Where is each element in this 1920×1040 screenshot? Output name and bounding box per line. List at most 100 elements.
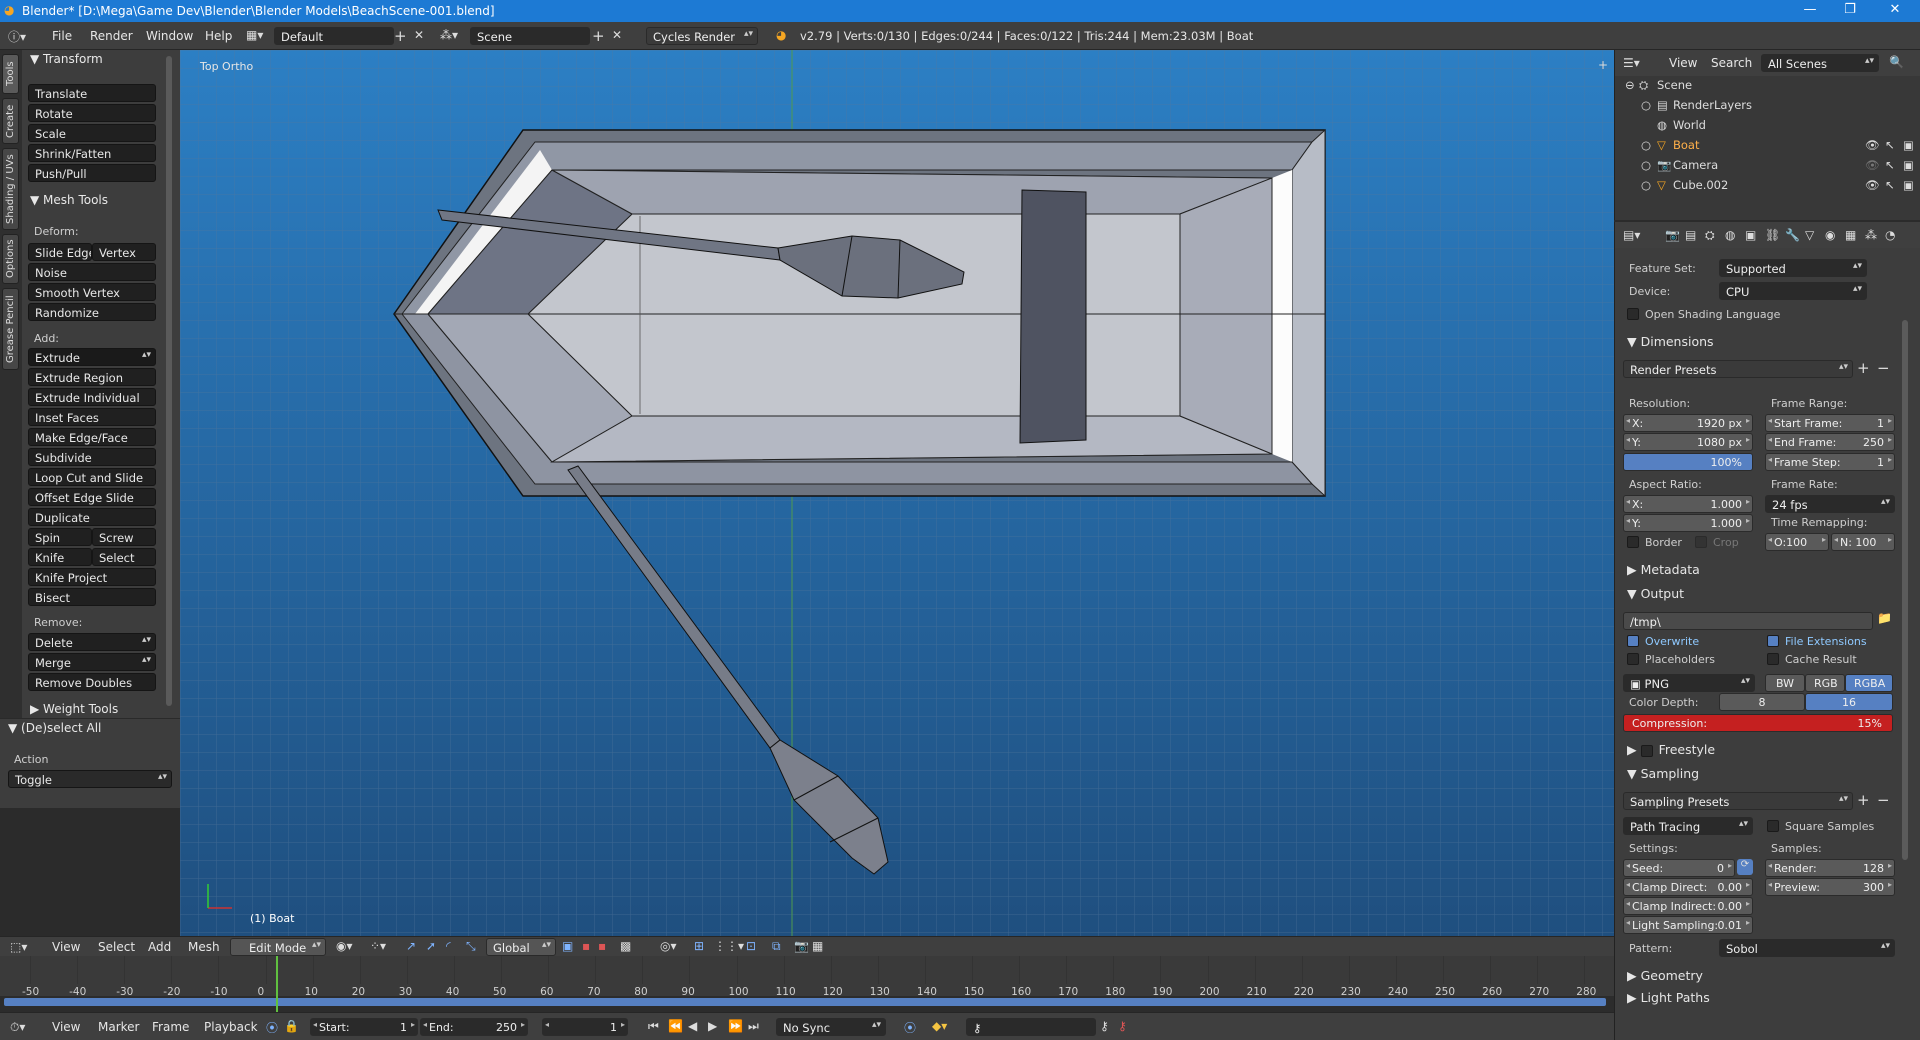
file-format-dropdown[interactable]: ▣ PNG ▴▾ <box>1623 674 1755 692</box>
visibility-eye-icon[interactable]: 👁 <box>1865 158 1880 172</box>
lock-range-icon[interactable]: 🔒 <box>284 1019 299 1033</box>
add-preset-icon[interactable]: + <box>1857 791 1870 809</box>
layer-icon[interactable]: ▣ <box>562 939 573 953</box>
sampling-panel-header[interactable]: ▼ Sampling <box>1617 762 1903 784</box>
rotate-button[interactable]: Rotate <box>28 104 156 122</box>
remove-preset-icon[interactable]: − <box>1877 791 1890 809</box>
data-tab-icon[interactable]: ▽ <box>1805 228 1814 242</box>
scene-selector[interactable]: Scene <box>470 27 590 45</box>
renderable-camera-icon[interactable]: ▣ <box>1903 158 1914 172</box>
selectable-cursor-icon[interactable]: ↖ <box>1885 158 1895 172</box>
render-presets-dropdown[interactable]: Render Presets ▴▾ <box>1623 360 1853 378</box>
offset-edge-slide-button[interactable]: Offset Edge Slide <box>28 488 156 506</box>
outliner-item-scene[interactable]: ⊖ ⛭ Scene <box>1615 78 1920 98</box>
spin-button[interactable]: Spin <box>28 528 92 546</box>
menu-help[interactable]: Help <box>205 29 232 43</box>
sync-dropdown[interactable]: No Sync ▴▾ <box>776 1018 886 1036</box>
texture-tab-icon[interactable]: ▦ <box>1845 228 1856 242</box>
animated-seed-icon[interactable]: ⟳ <box>1737 859 1753 875</box>
end-frame-field[interactable]: ◂ End Frame: 250 ▸ <box>1765 433 1895 451</box>
record-icon[interactable]: ⦿ <box>904 1019 916 1036</box>
search-icon[interactable]: 🔍 <box>1889 55 1904 69</box>
frame-step-field[interactable]: ◂ Frame Step: 1 ▸ <box>1765 453 1895 471</box>
3d-viewport[interactable]: Top Ortho (1) Boat + <box>180 50 1614 936</box>
vertex-select-icon[interactable]: ▪ <box>582 939 590 953</box>
outliner-item-cube002[interactable]: ○ ▽ Cube.002 👁 ↖ ▣ <box>1615 178 1920 198</box>
start-frame-field[interactable]: ◂ Start: 1 ▸ <box>310 1018 418 1036</box>
knife-button[interactable]: Knife <box>28 548 92 566</box>
outliner-item-renderlayers[interactable]: ○ ▤ RenderLayers <box>1615 98 1920 118</box>
color-bw-toggle[interactable]: BW <box>1765 674 1805 692</box>
timeline[interactable]: -50 -40 -30 -20 -10 0 10 20 30 40 50 60 70 80 90 100 110… <box>0 956 1614 1012</box>
resolution-x-field[interactable]: ◂ X: 1920 px ▸ <box>1623 414 1753 432</box>
resolution-percentage-slider[interactable]: 100% <box>1623 453 1753 471</box>
bisect-button[interactable]: Bisect <box>28 588 156 606</box>
outliner-item-world[interactable]: ◍ World <box>1615 118 1920 138</box>
tab-create[interactable]: Create <box>2 98 19 144</box>
object-tab-icon[interactable]: ▣ <box>1745 228 1756 242</box>
slide-edge-button[interactable]: Slide Edge <box>28 243 92 261</box>
action-dropdown[interactable]: Toggle ▴▾ <box>8 770 172 788</box>
editor-type-icon[interactable]: ⓘ▾ <box>8 28 26 45</box>
loop-cut-slide-button[interactable]: Loop Cut and Slide <box>28 468 156 486</box>
layout-selector[interactable]: Default <box>274 27 394 45</box>
remove-doubles-button[interactable]: Remove Doubles <box>28 673 156 691</box>
merge-dropdown[interactable]: Merge ▴▾ <box>28 653 156 671</box>
output-path-field[interactable]: /tmp\ <box>1623 612 1873 630</box>
overlay-icon[interactable]: ⧉ <box>772 939 781 954</box>
maximize-button[interactable]: ❐ <box>1835 2 1865 17</box>
face-select-icon[interactable]: ▩ <box>620 939 631 953</box>
manipulator-toggle-icon[interactable]: ↗ <box>406 939 416 953</box>
minimize-button[interactable]: — <box>1795 2 1825 17</box>
extrude-region-button[interactable]: Extrude Region <box>28 368 156 386</box>
light-paths-panel-header[interactable]: ▶ Light Paths <box>1617 986 1903 1006</box>
outliner-item-boat[interactable]: ○ ▽ Boat 👁 ↖ ▣ <box>1615 138 1920 158</box>
menu-marker[interactable]: Marker <box>98 1020 139 1034</box>
freestyle-checkbox[interactable] <box>1640 744 1653 757</box>
jump-end-icon[interactable]: ⏭ <box>748 1019 759 1034</box>
knife-project-button[interactable]: Knife Project <box>28 568 156 586</box>
geometry-panel-header[interactable]: ▶ Geometry <box>1617 964 1903 986</box>
add-layout-icon[interactable]: + <box>394 27 407 45</box>
play-icon[interactable]: ▶ <box>708 1019 717 1033</box>
light-sampling-field[interactable]: ◂ Light Sampling: 0.01 ▸ <box>1623 916 1753 934</box>
border-checkbox[interactable] <box>1627 536 1639 548</box>
outliner-filter-dropdown[interactable]: All Scenes ▴▾ <box>1761 54 1879 72</box>
extrude-dropdown[interactable]: Extrude ▴▾ <box>28 348 156 366</box>
pivot-point-icon[interactable]: ⁘▾ <box>370 939 386 953</box>
remap-new-field[interactable]: ◂ N: 100 ▸ <box>1831 533 1895 551</box>
menu-view[interactable]: View <box>52 940 80 954</box>
integrator-dropdown[interactable]: Path Tracing ▴▾ <box>1623 817 1753 835</box>
menu-playback[interactable]: Playback <box>204 1020 258 1034</box>
modifiers-tab-icon[interactable]: 🔧 <box>1785 228 1800 242</box>
color-rgb-toggle[interactable]: RGB <box>1805 674 1845 692</box>
constraints-tab-icon[interactable]: ⛓ <box>1765 228 1780 242</box>
duplicate-button[interactable]: Duplicate <box>28 508 156 526</box>
aspect-y-field[interactable]: ◂ Y: 1.000 ▸ <box>1623 514 1753 532</box>
menu-window[interactable]: Window <box>146 29 193 43</box>
scale-manipulator-icon[interactable]: ⤡ <box>466 939 476 954</box>
delete-keyframe-icon[interactable]: ⚷ <box>1118 1019 1127 1033</box>
keying-set-field[interactable]: ⚷ <box>966 1018 1096 1036</box>
selectable-cursor-icon[interactable]: ↖ <box>1885 178 1895 192</box>
scale-button[interactable]: Scale <box>28 124 156 142</box>
material-tab-icon[interactable]: ◉ <box>1825 228 1835 242</box>
delete-dropdown[interactable]: Delete ▴▾ <box>28 633 156 651</box>
viewport-canvas[interactable] <box>180 50 1614 936</box>
inset-faces-button[interactable]: Inset Faces <box>28 408 156 426</box>
render-layers-tab-icon[interactable]: ▤ <box>1685 228 1696 242</box>
color-rgba-toggle[interactable]: RGBA <box>1845 674 1893 692</box>
properties-toggle-icon[interactable]: + <box>1598 58 1608 72</box>
layout-grid-icon[interactable]: ▦▾ <box>246 28 263 42</box>
file-extensions-checkbox[interactable] <box>1767 635 1779 647</box>
menu-search[interactable]: Search <box>1711 56 1752 70</box>
insert-keyframe-icon[interactable]: ⚷ <box>1100 1019 1109 1033</box>
placeholders-checkbox[interactable] <box>1627 653 1639 665</box>
knife-select-button[interactable]: Select <box>92 548 156 566</box>
menu-view[interactable]: View <box>1669 56 1697 70</box>
resolution-y-field[interactable]: ◂ Y: 1080 px ▸ <box>1623 433 1753 451</box>
menu-select[interactable]: Select <box>98 940 135 954</box>
renderable-camera-icon[interactable]: ▣ <box>1903 138 1914 152</box>
mesh-tools-panel-header[interactable]: ▼ Mesh Tools <box>22 193 180 211</box>
physics-tab-icon[interactable]: ◔ <box>1885 228 1895 242</box>
